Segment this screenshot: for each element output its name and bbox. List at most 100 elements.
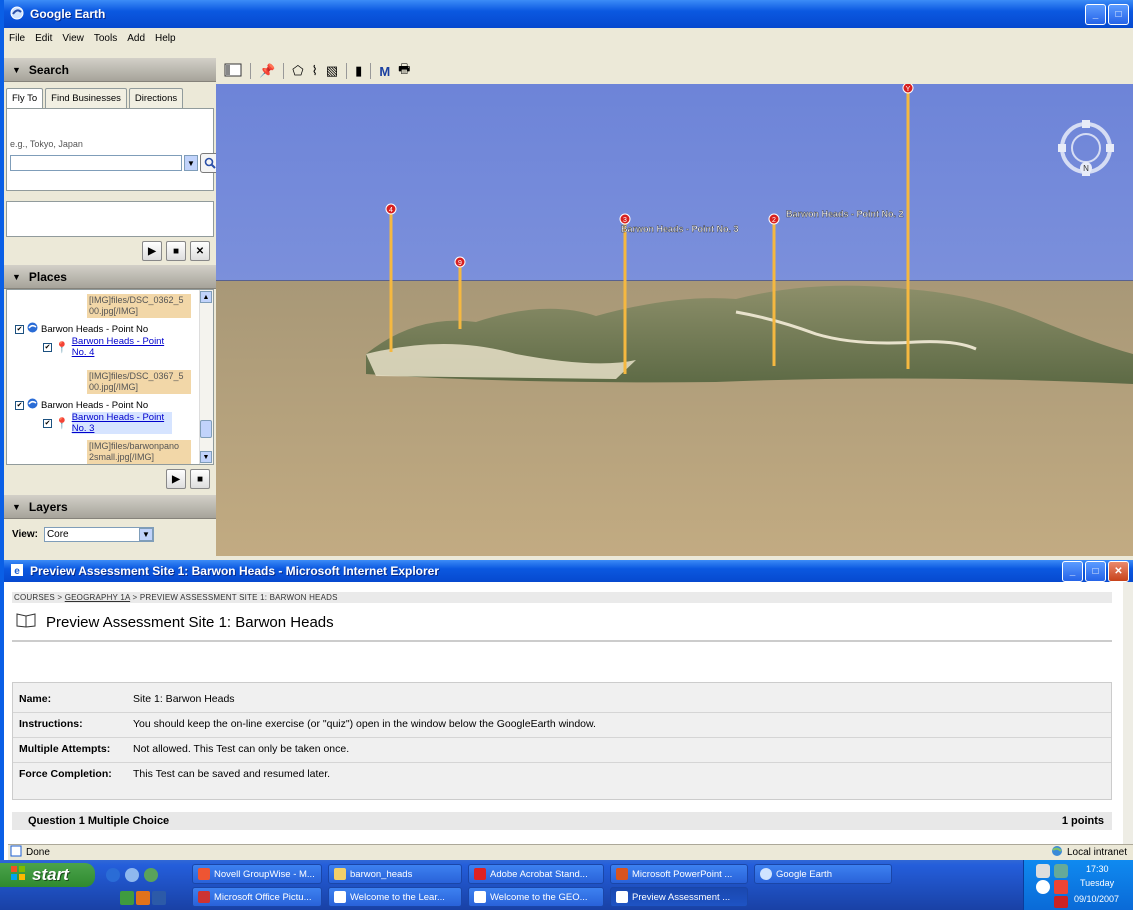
clock-time[interactable]: 17:30 — [1086, 864, 1109, 874]
task-acrobat[interactable]: Adobe Acrobat Stand... — [468, 864, 604, 884]
network-icon[interactable] — [1036, 864, 1050, 878]
task-google-earth[interactable]: Google Earth — [754, 864, 892, 884]
word-quicklaunch-icon[interactable] — [152, 891, 166, 905]
add-polygon-icon[interactable]: ⬠ — [292, 63, 303, 79]
tab-fly-to[interactable]: Fly To — [6, 88, 44, 108]
add-placemark-icon[interactable]: 📌 — [259, 63, 275, 79]
email-icon[interactable]: M — [379, 64, 390, 79]
list-item[interactable]: [IMG]files/DSC_0367_5 00.jpg[/IMG] — [87, 370, 191, 394]
menu-help[interactable]: Help — [154, 33, 177, 44]
ie-scrollbar[interactable] — [1123, 582, 1133, 844]
ie-page-icon — [10, 845, 22, 860]
menu-view[interactable]: View — [61, 33, 85, 44]
menu-add[interactable]: Add — [126, 33, 146, 44]
checkbox[interactable]: ✔ — [15, 324, 24, 334]
collapse-triangle-icon[interactable]: ▼ — [12, 65, 21, 75]
ie-quicklaunch-icon[interactable] — [106, 868, 120, 882]
task-office-picture[interactable]: Microsoft Office Pictu... — [192, 887, 322, 907]
chevron-down-icon[interactable]: ▼ — [184, 155, 198, 171]
ie-page-icon — [334, 891, 346, 903]
volume-icon[interactable] — [1054, 880, 1068, 894]
scroll-thumb[interactable] — [200, 420, 212, 438]
layers-view-select[interactable]: Core ▼ — [43, 527, 154, 542]
task-powerpoint[interactable]: Microsoft PowerPoint ... — [610, 864, 748, 884]
list-item[interactable]: ✔ 📍 Barwon Heads - Point No. 3 — [43, 412, 183, 434]
tab-find-businesses[interactable]: Find Businesses — [45, 88, 127, 108]
status-text: Done — [26, 847, 50, 858]
chevron-down-icon[interactable]: ▼ — [138, 528, 153, 541]
scroll-down-icon[interactable]: ▼ — [200, 451, 212, 463]
sidebar-toggle-icon[interactable] — [224, 62, 242, 81]
search-results-box[interactable] — [6, 201, 214, 237]
collapse-triangle-icon[interactable]: ▼ — [12, 272, 21, 282]
tab-directions[interactable]: Directions — [128, 88, 184, 108]
task-groupwise[interactable]: Novell GroupWise - M... — [192, 864, 322, 884]
search-panel-header[interactable]: ▼ Search — [4, 58, 216, 82]
search-tabs: Fly To Find Businesses Directions — [4, 82, 216, 108]
start-button[interactable]: start — [0, 863, 95, 887]
places-scrollbar[interactable]: ▲ ▼ — [199, 290, 213, 464]
list-item[interactable]: [IMG]files/barwonpano 2small.jpg[/IMG] — [87, 440, 191, 464]
add-path-icon[interactable]: ⌇ — [312, 63, 318, 79]
close-button[interactable]: ✕ — [1108, 560, 1129, 582]
scroll-up-icon[interactable]: ▲ — [200, 291, 212, 303]
menu-edit[interactable]: Edit — [34, 33, 53, 44]
toolbar-separator — [250, 63, 251, 79]
list-item[interactable]: ✔ 📍 Barwon Heads - Point No. 4 — [43, 336, 183, 358]
ruler-icon[interactable]: ▮ — [355, 63, 362, 79]
places-tree[interactable]: [IMG]files/DSC_0362_5 00.jpg[/IMG] ✔ Bar… — [6, 289, 214, 465]
security-zone: Local intranet — [1051, 845, 1133, 860]
list-item[interactable]: ✔ Barwon Heads - Point No — [15, 398, 148, 412]
placemark-label: Barwon Heads - Point No. 2 — [786, 209, 904, 219]
breadcrumb-course-link[interactable]: GEOGRAPHY 1A — [65, 593, 130, 602]
menu-file[interactable]: File — [8, 33, 26, 44]
maximize-button[interactable]: □ — [1108, 3, 1129, 25]
arrow-left-icon[interactable] — [1036, 880, 1050, 894]
ie-title-bar[interactable]: e Preview Assessment Site 1: Barwon Head… — [4, 560, 1133, 582]
task-preview-assessment[interactable]: Preview Assessment ... — [610, 887, 748, 907]
add-overlay-icon[interactable]: ▧ — [326, 63, 338, 79]
collapse-triangle-icon[interactable]: ▼ — [12, 502, 21, 512]
ge-3d-view[interactable]: 4 9 3 Barwon Heads - Point No. 3 2 Barwon Hea… — [216, 84, 1133, 556]
task-welcome-geo[interactable]: Welcome to the GEO... — [468, 887, 604, 907]
minimize-button[interactable]: _ — [1085, 3, 1106, 25]
minimize-button[interactable]: _ — [1062, 560, 1083, 582]
ge-menu-bar: File Edit View Tools Add Help — [4, 28, 1133, 48]
browser-quicklaunch-icon[interactable] — [125, 868, 139, 882]
checkbox[interactable]: ✔ — [43, 342, 52, 352]
checkbox[interactable]: ✔ — [15, 400, 24, 410]
placemark-number: 2 — [772, 217, 776, 224]
places-panel-header[interactable]: ▼ Places — [4, 265, 216, 289]
placemark-pin-icon: 📍 — [55, 341, 69, 354]
task-barwon-heads[interactable]: barwon_heads — [328, 864, 462, 884]
stop-tour-button[interactable]: ■ — [166, 241, 186, 261]
placemark-number: Y — [906, 86, 911, 93]
security-icon[interactable] — [1054, 864, 1068, 878]
menu-tools[interactable]: Tools — [93, 33, 118, 44]
stop-tour-button[interactable]: ■ — [190, 469, 210, 489]
task-welcome-learning[interactable]: Welcome to the Lear... — [328, 887, 462, 907]
divider — [13, 737, 1111, 738]
maximize-button[interactable]: □ — [1085, 560, 1106, 582]
excel-quicklaunch-icon[interactable] — [120, 891, 134, 905]
antivirus-icon[interactable] — [1054, 896, 1068, 908]
fly-to-input[interactable] — [10, 155, 182, 171]
google-earth-logo-icon — [760, 868, 772, 880]
checkbox[interactable]: ✔ — [43, 418, 52, 428]
play-tour-button[interactable]: ▶ — [166, 469, 186, 489]
placemark-label: Barwon Heads - Point No. 3 — [621, 224, 739, 234]
layers-panel-header[interactable]: ▼ Layers — [4, 495, 216, 519]
media-quicklaunch-icon[interactable] — [144, 868, 158, 882]
places-panel-title: Places — [28, 269, 67, 284]
terrain-scene[interactable]: 4 9 3Barwon Heads - Point No. 3 2 Barwon Hea… — [216, 84, 1133, 556]
ge-title-bar[interactable]: Google Earth _ □ — [4, 0, 1133, 28]
search-icon — [204, 157, 216, 169]
outlook-quicklaunch-icon[interactable] — [136, 891, 150, 905]
divider — [13, 712, 1111, 713]
clear-search-button[interactable]: ✕ — [190, 241, 210, 261]
play-tour-button[interactable]: ▶ — [142, 241, 162, 261]
list-item[interactable]: [IMG]files/DSC_0362_5 00.jpg[/IMG] — [87, 294, 191, 318]
list-item[interactable]: ✔ Barwon Heads - Point No — [15, 322, 148, 336]
placemark-number: 3 — [623, 217, 627, 224]
print-icon[interactable]: 🖶 — [398, 60, 410, 82]
